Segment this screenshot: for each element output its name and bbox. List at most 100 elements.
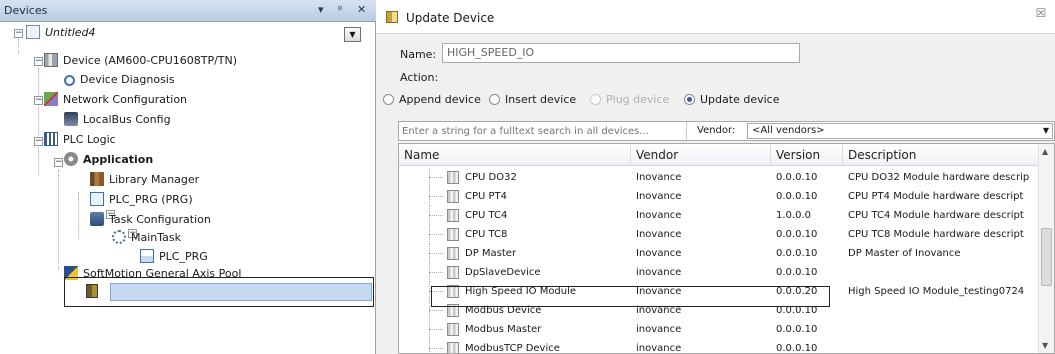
device-module-icon xyxy=(447,190,459,203)
cell-vendor: Inovance xyxy=(636,191,682,202)
network-icon xyxy=(44,92,58,106)
device-name-field[interactable]: HIGH_SPEED_IO xyxy=(442,43,800,63)
tree-connector xyxy=(429,310,443,311)
project-icon xyxy=(26,25,40,39)
scrollbar-thumb[interactable] xyxy=(1041,228,1052,286)
radio-insert-device[interactable]: Insert device xyxy=(489,91,576,109)
cell-version: 0.0.0.10 xyxy=(776,248,818,259)
expand-toggle[interactable]: − xyxy=(34,57,43,66)
tree-item-plc-prg[interactable]: PLC_PRG (PRG) xyxy=(90,190,193,210)
action-label: Action: xyxy=(400,71,439,84)
cell-vendor: Inovance xyxy=(636,248,682,259)
device-module-icon xyxy=(447,247,459,260)
radio-append-device[interactable]: Append device xyxy=(383,91,481,109)
column-header-description[interactable]: Description xyxy=(843,144,1039,166)
selected-row-outline xyxy=(431,286,830,307)
table-row[interactable]: CPU PT4 Inovance 0.0.0.10 CPU PT4 Module ha… xyxy=(399,187,1039,206)
device-table: Name Vendor Version Description CPU DO32… xyxy=(398,143,1055,354)
cell-name: Modbus Master xyxy=(465,324,542,335)
expand-toggle[interactable]: − xyxy=(54,158,63,167)
device-icon xyxy=(44,53,58,67)
table-row[interactable]: CPU TC8 Inovance 0.0.0.10 CPU TC8 Module ha… xyxy=(399,225,1039,244)
cell-name: CPU PT4 xyxy=(465,191,508,202)
cell-version: 0.0.0.10 xyxy=(776,229,818,240)
tree-connector xyxy=(429,253,443,254)
device-module-icon xyxy=(447,228,459,241)
table-row[interactable]: ModbusTCP Device inovance 0.0.0.10 xyxy=(399,339,1039,354)
tree-item-device[interactable]: Device (AM600-CPU1608TP/TN) xyxy=(44,51,237,71)
cell-name: CPU TC8 xyxy=(465,229,508,240)
cell-name: CPU DO32 xyxy=(465,172,517,183)
tree-item-task-configuration[interactable]: Task Configuration xyxy=(90,210,211,230)
tree-item-device-diagnosis[interactable]: Device Diagnosis xyxy=(64,70,175,90)
table-row[interactable]: CPU TC4 Inovance 1.0.0.0 CPU TC4 Module har… xyxy=(399,206,1039,225)
tree-connector xyxy=(429,196,443,197)
cell-version: 0.0.0.10 xyxy=(776,172,818,183)
table-row[interactable]: Modbus Master inovance 0.0.0.10 xyxy=(399,320,1039,339)
scroll-up-icon[interactable]: ▲ xyxy=(1042,147,1048,156)
table-row[interactable]: DP Master Inovance 0.0.0.10 DP Master of In… xyxy=(399,244,1039,263)
chevron-down-icon: ▼ xyxy=(1042,126,1049,135)
device-module-icon xyxy=(447,266,459,279)
scroll-down-icon[interactable]: ▼ xyxy=(1042,341,1048,350)
expand-toggle[interactable]: − xyxy=(14,29,23,38)
device-name-edit-field[interactable] xyxy=(110,283,372,301)
tree-connector xyxy=(429,348,443,349)
device-module-icon xyxy=(447,171,459,184)
cell-vendor: Inovance xyxy=(636,229,682,240)
panel-menu-chevron-icon[interactable]: ▾ xyxy=(318,3,324,16)
table-row[interactable]: CPU DO32 Inovance 0.0.0.10 CPU DO32 Module … xyxy=(399,168,1039,187)
pou-icon xyxy=(90,192,104,206)
column-header-vendor[interactable]: Vendor xyxy=(631,144,771,166)
cell-version: 0.0.0.10 xyxy=(776,324,818,335)
radio-button[interactable] xyxy=(383,94,394,105)
dialog-device-icon xyxy=(386,11,398,23)
column-header-name[interactable]: Name xyxy=(399,144,631,166)
tree-item-library-manager[interactable]: Library Manager xyxy=(90,170,199,190)
tree-dropdown-button[interactable]: ▼ xyxy=(344,27,361,42)
fulltext-search-input[interactable] xyxy=(399,122,687,140)
filter-bar: Vendor: <All vendors> ▼ xyxy=(398,121,1055,141)
device-module-icon xyxy=(447,342,459,353)
table-row[interactable]: DpSlaveDevice inovance 0.0.0.10 xyxy=(399,263,1039,282)
cell-description: CPU DO32 Module hardware descrip xyxy=(848,172,1030,183)
cell-name: ModbusTCP Device xyxy=(465,343,560,354)
vendor-select[interactable]: <All vendors> ▼ xyxy=(747,123,1053,139)
pin-icon[interactable]: ᵖ xyxy=(338,3,343,16)
cell-name: DpSlaveDevice xyxy=(465,267,541,278)
expand-toggle[interactable]: − xyxy=(34,96,43,105)
expand-toggle[interactable]: − xyxy=(34,137,43,146)
tree-item-localbus-config[interactable]: LocalBus Config xyxy=(64,110,171,130)
devices-panel-title: Devices xyxy=(4,4,48,17)
device-module-icon xyxy=(447,323,459,336)
radio-button[interactable] xyxy=(489,94,500,105)
tree-item-application[interactable]: Application xyxy=(64,150,153,170)
tree-connector xyxy=(429,215,443,216)
tree-root[interactable]: Untitled4 xyxy=(26,23,96,43)
tree-item-main-task[interactable]: MainTask xyxy=(112,228,181,248)
dialog-titlebar: Update Device ☒ xyxy=(376,0,1055,34)
table-header: Name Vendor Version Description xyxy=(399,144,1039,166)
tree-item-network-configuration[interactable]: Network Configuration xyxy=(44,90,187,110)
vendor-label: Vendor: xyxy=(697,125,736,136)
cell-version: 0.0.0.10 xyxy=(776,343,818,354)
dialog-close-icon[interactable]: ☒ xyxy=(1033,6,1049,22)
cell-description: CPU PT4 Module hardware descript xyxy=(848,191,1024,202)
cell-version: 0.0.0.10 xyxy=(776,191,818,202)
panel-close-icon[interactable]: ✕ xyxy=(357,3,366,16)
tree-item-plc-logic[interactable]: PLC Logic xyxy=(44,130,116,150)
tree-connector xyxy=(429,234,443,235)
library-icon xyxy=(90,172,104,186)
application-gear-icon xyxy=(64,152,78,166)
cell-vendor: inovance xyxy=(636,343,682,354)
cell-vendor: Inovance xyxy=(636,172,682,183)
vertical-scrollbar[interactable]: ▲ ▼ xyxy=(1038,144,1054,353)
radio-button-selected[interactable] xyxy=(684,94,695,105)
update-device-dialog: Update Device ☒ Name: HIGH_SPEED_IO Acti… xyxy=(376,0,1055,354)
cell-description: DP Master of Inovance xyxy=(848,248,961,259)
task-icon xyxy=(112,230,126,244)
cell-description: CPU TC8 Module hardware descript xyxy=(848,229,1024,240)
cell-version: 0.0.0.10 xyxy=(776,267,818,278)
column-header-version[interactable]: Version xyxy=(771,144,843,166)
radio-update-device[interactable]: Update device xyxy=(684,91,779,109)
